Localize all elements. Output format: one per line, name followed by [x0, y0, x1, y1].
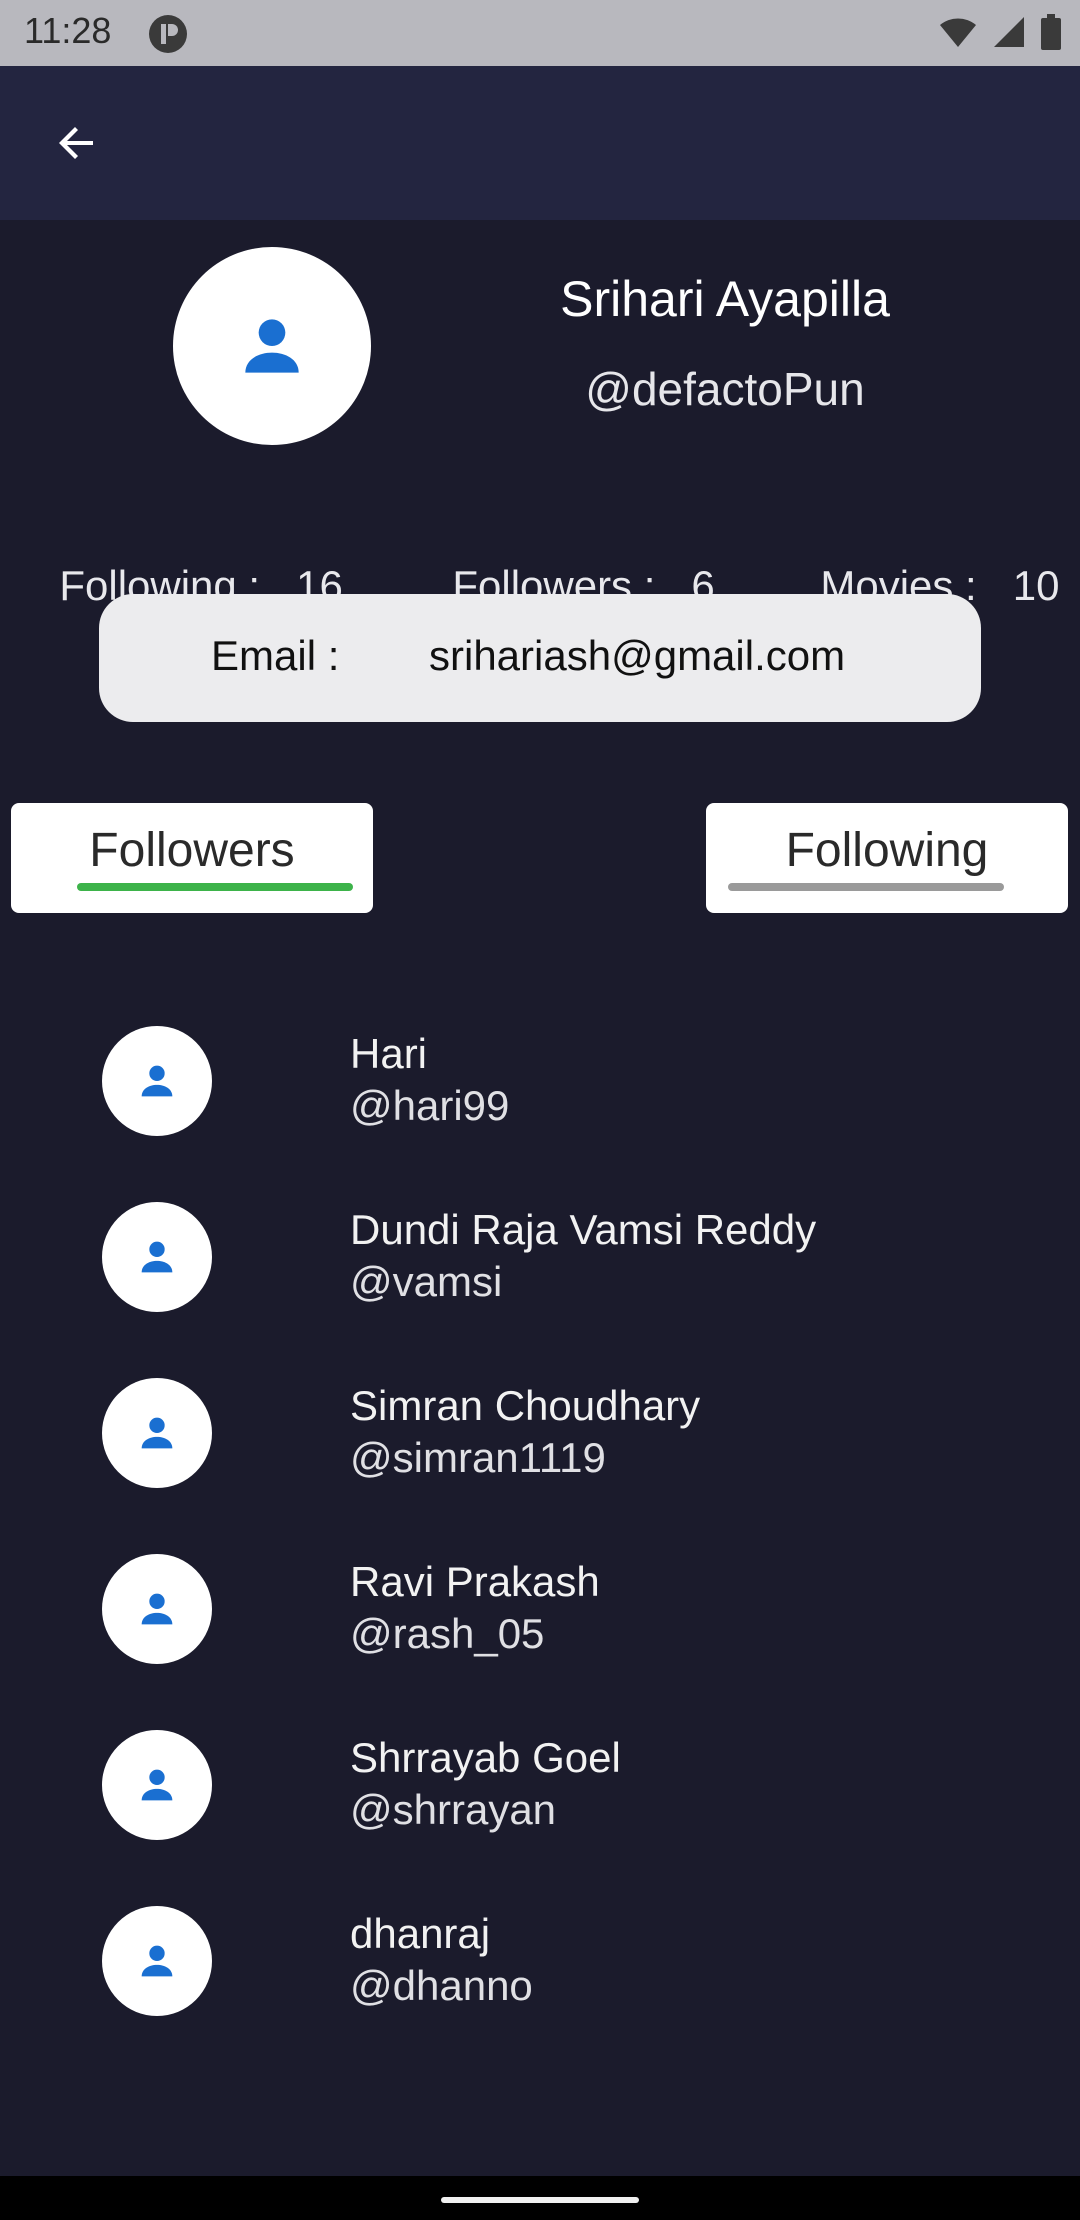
list-item[interactable]: Ravi Prakash @rash_05	[0, 1528, 1080, 1668]
person-icon	[141, 1593, 173, 1625]
person-icon	[245, 319, 299, 373]
app-bar	[0, 66, 1080, 220]
email-value: srihariash@gmail.com	[429, 632, 846, 679]
status-time: 11:28	[24, 10, 112, 51]
person-icon	[141, 1417, 173, 1449]
app-notification-icon	[148, 14, 188, 54]
user-name: Simran Choudhary	[350, 1382, 701, 1429]
email-label: Email :	[211, 632, 340, 679]
avatar	[102, 1554, 212, 1664]
avatar	[102, 1026, 212, 1136]
tab-label: Followers	[89, 824, 295, 877]
user-name: dhanraj	[350, 1910, 491, 1957]
user-handle: @dhanno	[350, 1962, 533, 2009]
person-icon	[141, 1769, 173, 1801]
avatar	[102, 1906, 212, 2016]
person-icon	[141, 1065, 173, 1097]
home-indicator[interactable]	[441, 2197, 639, 2203]
stat-value: 10	[1012, 562, 1060, 609]
avatar	[102, 1378, 212, 1488]
profile-handle: @defactoPun	[585, 363, 865, 415]
list-item[interactable]: Dundi Raja Vamsi Reddy @vamsi	[0, 1176, 1080, 1316]
profile-avatar	[173, 247, 371, 445]
list-item[interactable]: dhanraj @dhanno	[0, 1880, 1080, 2020]
user-handle: @simran1119	[350, 1434, 606, 1481]
list-item[interactable]: Simran Choudhary @simran1119	[0, 1352, 1080, 1492]
user-handle: @shrrayan	[350, 1786, 557, 1833]
tab-label: Following	[785, 824, 989, 877]
user-name: Ravi Prakash	[350, 1558, 600, 1605]
user-name: Dundi Raja Vamsi Reddy	[350, 1206, 817, 1253]
tab-active-indicator	[77, 883, 353, 891]
list-item[interactable]: Hari @hari99	[0, 1000, 1080, 1140]
user-name: Hari	[350, 1030, 428, 1077]
list-item[interactable]: Shrrayab Goel @shrrayan	[0, 1704, 1080, 1844]
battery-icon	[1040, 14, 1062, 50]
navigation-bar	[0, 2176, 1080, 2220]
status-bar: 11:28	[0, 0, 1080, 66]
signal-icon	[992, 15, 1026, 49]
avatar	[102, 1730, 212, 1840]
user-handle: @rash_05	[350, 1610, 545, 1657]
person-icon	[141, 1241, 173, 1273]
profile-name: Srihari Ayapilla	[560, 271, 890, 327]
person-icon	[141, 1945, 173, 1977]
tab-inactive-indicator	[728, 883, 1004, 891]
user-handle: @hari99	[350, 1082, 510, 1129]
user-name: Shrrayab Goel	[350, 1734, 621, 1781]
back-button[interactable]	[44, 110, 110, 176]
wifi-icon	[938, 15, 978, 49]
user-handle: @vamsi	[350, 1258, 503, 1305]
arrow-back-icon	[59, 127, 93, 159]
email-card: Email : srihariash@gmail.com	[99, 594, 981, 722]
avatar	[102, 1202, 212, 1312]
tab-followers[interactable]: Followers	[11, 803, 373, 913]
tab-following[interactable]: Following	[706, 803, 1068, 913]
